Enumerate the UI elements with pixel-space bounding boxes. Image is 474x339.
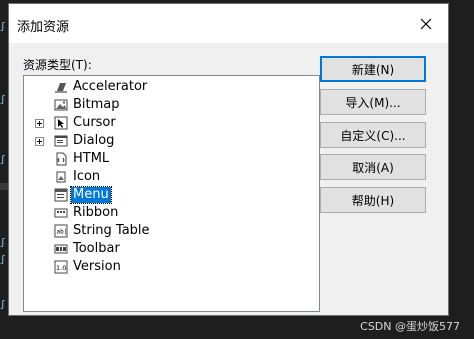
tree-item-label: Accelerator <box>73 79 148 94</box>
dialog-icon <box>54 134 68 148</box>
html-icon <box>54 152 68 166</box>
resource-type-label: 资源类型(T): <box>23 58 92 72</box>
tree-item-label: Ribbon <box>73 205 119 220</box>
tree-item-accelerator[interactable]: Accelerator <box>24 78 319 96</box>
title-bar: 添加资源 <box>9 4 448 43</box>
help-button[interactable]: 帮助(H) <box>320 187 426 213</box>
tree-item-label: Bitmap <box>73 97 120 112</box>
watermark: CSDN @蛋炒饭577 <box>360 320 460 333</box>
tree-item-label: Toolbar <box>73 241 120 256</box>
tree-item-label: HTML <box>73 151 110 166</box>
icon-resource-icon <box>54 170 68 184</box>
tree-item-html[interactable]: HTML <box>24 150 319 168</box>
cursor-icon <box>54 116 68 130</box>
code-fragment: ʃ <box>0 255 6 265</box>
resource-type-tree[interactable]: Accelerator Bitmap Cursor Dialog HTML Ic… <box>23 75 320 312</box>
code-fragment: ʃ <box>0 95 6 105</box>
version-icon: 1.0 <box>54 260 68 274</box>
tree-item-menu[interactable]: Menu <box>24 186 319 204</box>
expand-toggle[interactable] <box>35 118 44 128</box>
tree-item-label: String Table <box>73 223 150 238</box>
cancel-button[interactable]: 取消(A) <box>320 154 426 180</box>
tree-item-ribbon[interactable]: Ribbon <box>24 204 319 222</box>
tree-item-toolbar[interactable]: Toolbar <box>24 240 319 258</box>
tree-item-label: Icon <box>73 169 101 184</box>
tree-item-label: Version <box>73 259 121 274</box>
string-table-icon: ab| <box>54 224 68 238</box>
tree-item-label: Cursor <box>73 115 116 130</box>
tree-item-icon[interactable]: Icon <box>24 168 319 186</box>
svg-text:ab|: ab| <box>57 229 68 236</box>
close-button[interactable] <box>404 4 448 43</box>
accelerator-icon <box>54 80 68 94</box>
tree-item-label: Menu <box>70 186 112 204</box>
new-button[interactable]: 新建(N) <box>320 56 426 82</box>
custom-button[interactable]: 自定义(C)... <box>320 122 426 148</box>
tree-item-version[interactable]: 1.0 Version <box>24 258 319 276</box>
dialog-title: 添加资源 <box>17 20 70 35</box>
code-fragment: ʃ <box>0 300 6 310</box>
expand-toggle[interactable] <box>35 136 44 146</box>
code-fragment: ʃ <box>0 238 6 248</box>
code-fragment: ʃ <box>0 155 6 165</box>
menu-icon <box>54 188 68 202</box>
toolbar-icon <box>54 242 68 256</box>
tree-item-string-table[interactable]: ab| String Table <box>24 222 319 240</box>
import-button[interactable]: 导入(M)... <box>320 89 426 115</box>
tree-item-dialog[interactable]: Dialog <box>24 132 319 150</box>
tree-item-cursor[interactable]: Cursor <box>24 114 319 132</box>
svg-text:1.0: 1.0 <box>56 264 66 272</box>
code-fragment: ʃ <box>0 22 6 32</box>
add-resource-dialog: 添加资源 资源类型(T): Accelerator Bitmap Cursor … <box>8 3 449 316</box>
tree-item-label: Dialog <box>73 133 115 148</box>
bitmap-icon <box>54 98 68 112</box>
ribbon-icon <box>54 206 68 220</box>
close-icon <box>420 18 432 29</box>
tree-item-bitmap[interactable]: Bitmap <box>24 96 319 114</box>
